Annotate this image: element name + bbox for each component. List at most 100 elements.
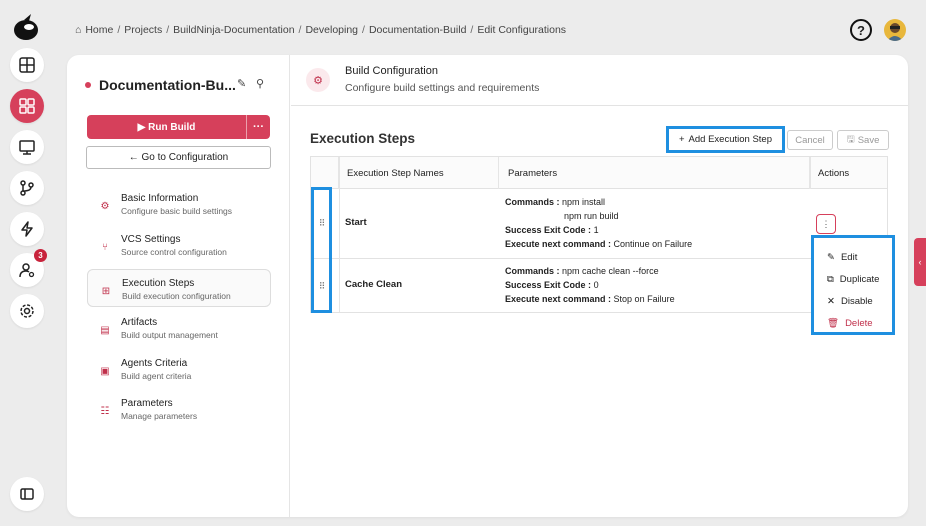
user-avatar-icon [887,23,903,41]
sidebar-item-subtitle: Configure basic build settings [121,206,233,216]
collapse-sidebar-button[interactable] [10,477,44,511]
sidebar-item-execution-steps[interactable]: ⊞ Execution Steps Build execution configu… [87,269,271,307]
column-header: Actions [818,167,850,179]
sidebar-item-vcs-settings[interactable]: ⑂ VCS Settings Source control configurati… [87,226,271,264]
breadcrumb-separator: / [166,24,170,36]
run-options-button[interactable]: ··· [246,115,270,139]
menu-item-disable[interactable]: ✕ Disable [814,290,892,312]
menu-item-duplicate[interactable]: ⧉ Duplicate [814,268,892,290]
vcs-nav-button[interactable] [10,171,44,205]
save-icon: 🖫 [846,134,855,145]
breadcrumb-home[interactable]: Home [85,24,113,36]
projects-nav-button[interactable] [10,89,44,123]
layout-icon [19,57,35,73]
step-parameters: Commands : npm install npm run build Suc… [505,195,692,251]
sidebar-item-title: Execution Steps [122,278,195,289]
project-title: Documentation-Bu... [85,77,236,93]
step-name: Start [345,217,367,228]
save-button[interactable]: 🖫 Save [837,130,889,150]
settings-nav-button[interactable] [10,294,44,328]
run-build-button[interactable]: ▶ Run Build ··· [87,115,270,139]
sidebar-item-artifacts[interactable]: ▤ Artifacts Build output management [87,309,271,347]
gear-icon: ⚙ [100,200,110,212]
param-label: Success Exit Code : [505,280,592,290]
sidebar-item-agents-criteria[interactable]: ▣ Agents Criteria Build agent criteria [87,350,271,388]
drag-column-header [311,157,339,189]
column-divider [810,157,811,189]
breadcrumb-separator: / [470,24,474,36]
file-icon: ▤ [100,324,110,336]
divider [291,105,908,106]
play-icon: ▶ [137,121,149,133]
lightning-icon [21,221,33,237]
row-actions-button[interactable]: ⋮ [816,214,836,234]
sidebar-item-title: Parameters [121,398,173,409]
sidebar-item-parameters[interactable]: ☷ Parameters Manage parameters [87,390,271,428]
param-value: Stop on Failure [613,294,675,304]
edit-pencil-icon[interactable]: ✎ [237,77,251,91]
branch-icon [20,180,34,196]
run-build-label[interactable]: ▶ Run Build [87,122,246,133]
notification-badge: 3 [34,249,47,262]
sidebar-item-title: Agents Criteria [121,358,188,369]
sidebar-toggle-icon [20,488,34,500]
menu-item-label: Delete [845,317,873,329]
breadcrumb-projects[interactable]: Projects [124,24,162,36]
app-logo[interactable] [11,12,41,42]
page-subtitle: Configure build settings and requirement… [345,82,540,94]
breadcrumb-branch[interactable]: Developing [305,24,358,36]
agents-nav-button[interactable] [10,130,44,164]
avatar[interactable] [884,19,906,41]
help-icon[interactable]: ? [850,19,872,41]
cancel-button[interactable]: Cancel [787,130,833,150]
agent-icon: ▣ [100,365,110,377]
chevron-left-icon: ‹ [918,257,922,267]
table-row: ⠿ Start Commands : npm install npm run b… [311,189,887,259]
menu-item-edit[interactable]: ✎ Edit [814,246,892,268]
table-row: ⠿ Cache Clean Commands : npm cache clean… [311,259,887,313]
sidebar-item-title: Basic Information [121,193,199,204]
builds-nav-button[interactable] [10,212,44,246]
page-title: Build Configuration [345,65,438,77]
go-to-configuration-button[interactable]: ← Go to Configuration [86,146,271,169]
param-value: 1 [593,225,599,235]
table-header: Execution Step Names Parameters Actions [311,157,887,189]
gear-icon [20,304,34,318]
params-icon: ☷ [100,405,110,417]
breadcrumb-current: Edit Configurations [477,24,567,36]
sidebar-item-subtitle: Manage parameters [121,411,198,421]
param-value: npm cache clean --force [562,266,659,276]
column-divider [339,157,340,312]
trash-icon: 🗑 [827,317,840,329]
param-value: 0 [593,280,599,290]
param-value: npm run build [564,211,619,221]
main-card: Documentation-Bu... ✎ ⚲ ▶ Run Build ··· … [67,55,908,517]
config-sidebar: Documentation-Bu... ✎ ⚲ ▶ Run Build ··· … [67,55,290,517]
breadcrumb-separator: / [298,24,302,36]
save-label: Save [857,134,880,146]
project-title-text: Documentation-Bu... [99,77,236,93]
pin-icon[interactable]: ⚲ [256,77,270,91]
run-build-text: Run Build [148,121,196,133]
breadcrumb-project[interactable]: BuildNinja-Documentation [173,24,294,36]
expand-panel-tab[interactable]: ‹ [914,238,926,286]
param-value: Continue on Failure [613,239,693,249]
section-title: Execution Steps [310,131,416,146]
drag-handles-highlight [311,187,332,313]
param-label: Execute next command : [505,294,612,304]
dashboard-nav-button[interactable] [10,48,44,82]
sidebar-item-basic-information[interactable]: ⚙ Basic Information Configure basic build… [87,185,271,223]
sidebar-item-title: VCS Settings [121,234,181,245]
column-header: Parameters [499,157,810,189]
grid-icon [19,98,35,114]
menu-item-delete[interactable]: 🗑 Delete [814,312,892,334]
status-dot [85,82,91,88]
users-nav-button[interactable]: 3 [10,249,47,287]
copy-icon: ⧉ [827,273,834,285]
steps-icon: ⊞ [101,285,111,297]
home-icon[interactable]: ⌂ [75,24,81,36]
breadcrumb-build[interactable]: Documentation-Build [369,24,466,36]
sidebar-item-subtitle: Build execution configuration [122,291,231,301]
menu-item-label: Disable [840,295,873,307]
add-execution-step-button[interactable]: + Add Execution Step [666,126,785,153]
